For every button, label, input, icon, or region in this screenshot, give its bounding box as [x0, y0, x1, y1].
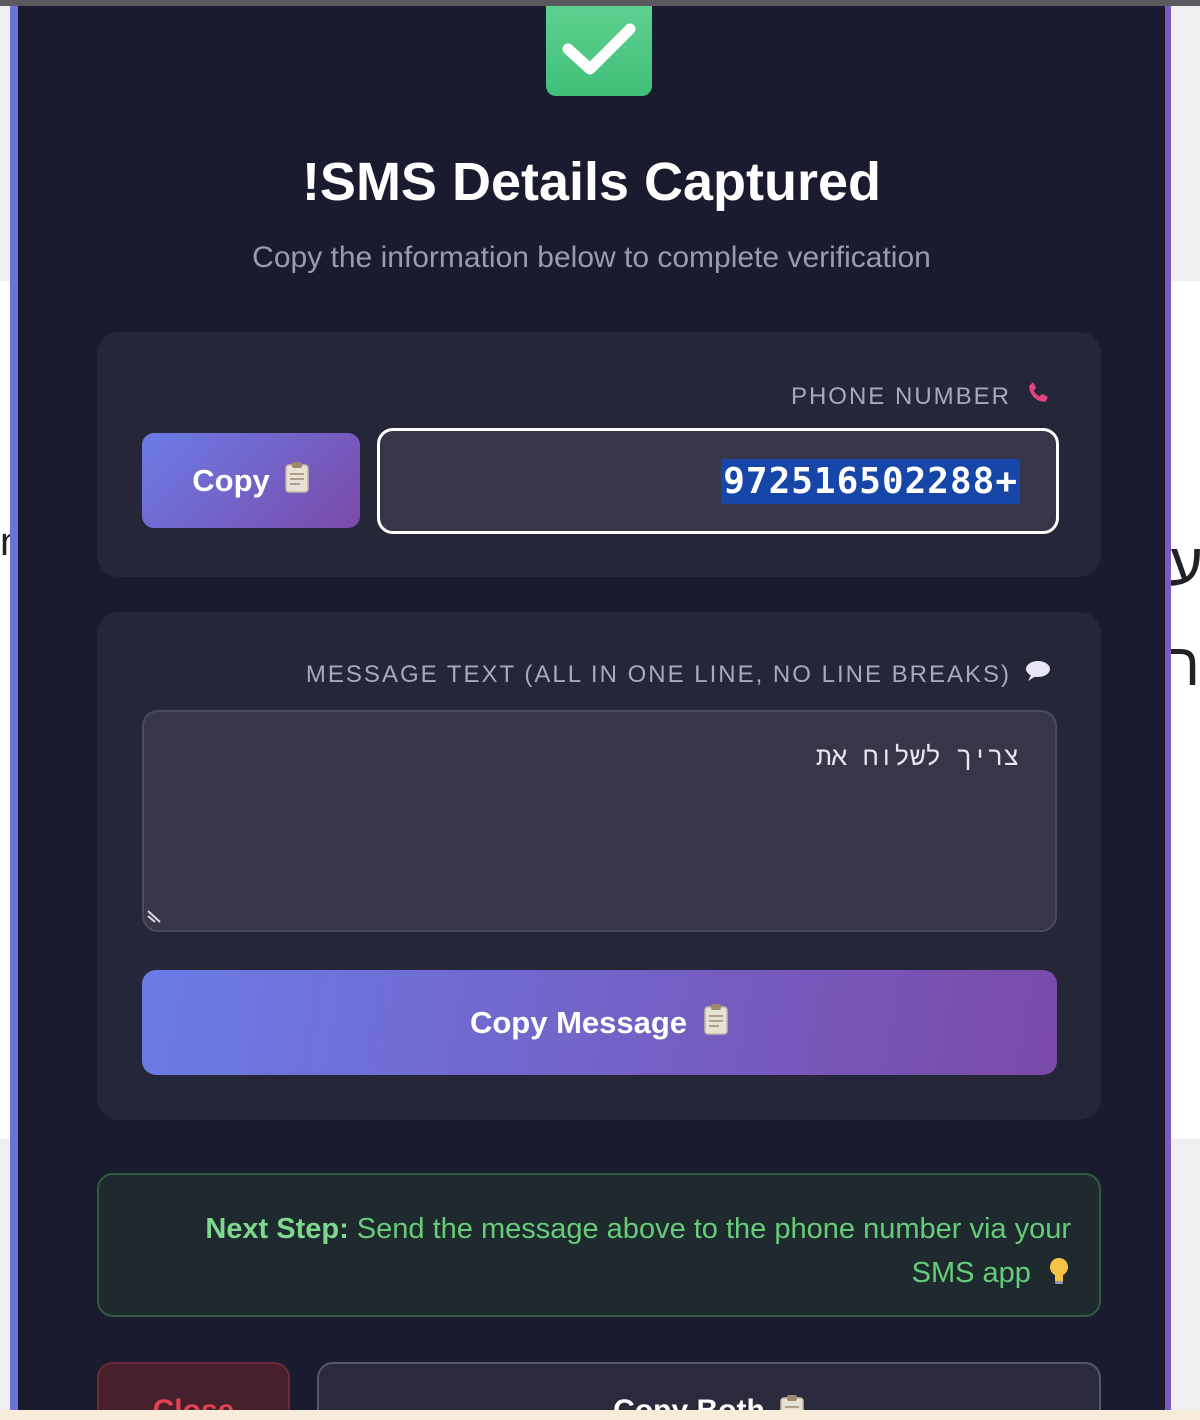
- lightbulb-icon: [1039, 1257, 1071, 1289]
- copy-phone-button-label: Copy: [192, 462, 270, 498]
- resize-handle-icon[interactable]: [146, 905, 164, 928]
- next-step-heading: Next Step:: [205, 1213, 349, 1245]
- speech-bubble-icon: [1025, 660, 1051, 689]
- copy-message-button[interactable]: Copy Message: [142, 970, 1057, 1075]
- message-text-card: MESSAGE TEXT (ALL IN ONE LINE, NO LINE B…: [97, 612, 1101, 1120]
- phone-number-input[interactable]: 972516502288+: [377, 428, 1059, 534]
- message-textarea[interactable]: צריך לשלוח את: [142, 710, 1057, 932]
- page-bottom-strip: [0, 1410, 1200, 1420]
- background-text-fragment: ר: [1168, 631, 1200, 698]
- modal-title: !SMS Details Captured: [301, 152, 882, 212]
- phone-icon: [1025, 380, 1051, 413]
- clipboard-icon: [779, 1394, 805, 1410]
- copy-message-button-label: Copy Message: [469, 1004, 688, 1040]
- success-badge: [546, 6, 652, 96]
- message-text-label: MESSAGE TEXT (ALL IN ONE LINE, NO LINE B…: [306, 660, 1051, 689]
- copy-both-button[interactable]: Copy Both: [317, 1362, 1101, 1410]
- message-value: צריך לשלוח את: [816, 742, 1019, 772]
- phone-number-label-text: PHONE NUMBER: [790, 382, 1011, 410]
- close-button[interactable]: Close: [97, 1362, 290, 1410]
- modal-subtitle: Copy the information below to complete v…: [252, 241, 931, 274]
- close-button-label: Close: [153, 1394, 235, 1410]
- background-text-fragment: ע: [1168, 531, 1200, 598]
- copy-phone-button[interactable]: Copy: [142, 433, 360, 528]
- phone-number-value: 972516502288+: [721, 458, 1020, 504]
- clipboard-icon: [284, 461, 310, 501]
- next-step-notice: Next Step: Send the message above to the…: [97, 1173, 1101, 1317]
- next-step-text: Send the message above to the phone numb…: [356, 1213, 1071, 1289]
- phone-number-card: PHONE NUMBER Copy 972516502288+: [97, 332, 1101, 577]
- copy-both-button-label: Copy Both: [613, 1394, 765, 1410]
- clipboard-icon: [703, 1003, 729, 1043]
- message-text-label-text: MESSAGE TEXT (ALL IN ONE LINE, NO LINE B…: [305, 660, 1011, 688]
- phone-number-label: PHONE NUMBER: [791, 380, 1051, 413]
- checkmark-icon: [560, 21, 638, 82]
- sms-details-modal: !SMS Details Captured Copy the informati…: [10, 6, 1171, 1410]
